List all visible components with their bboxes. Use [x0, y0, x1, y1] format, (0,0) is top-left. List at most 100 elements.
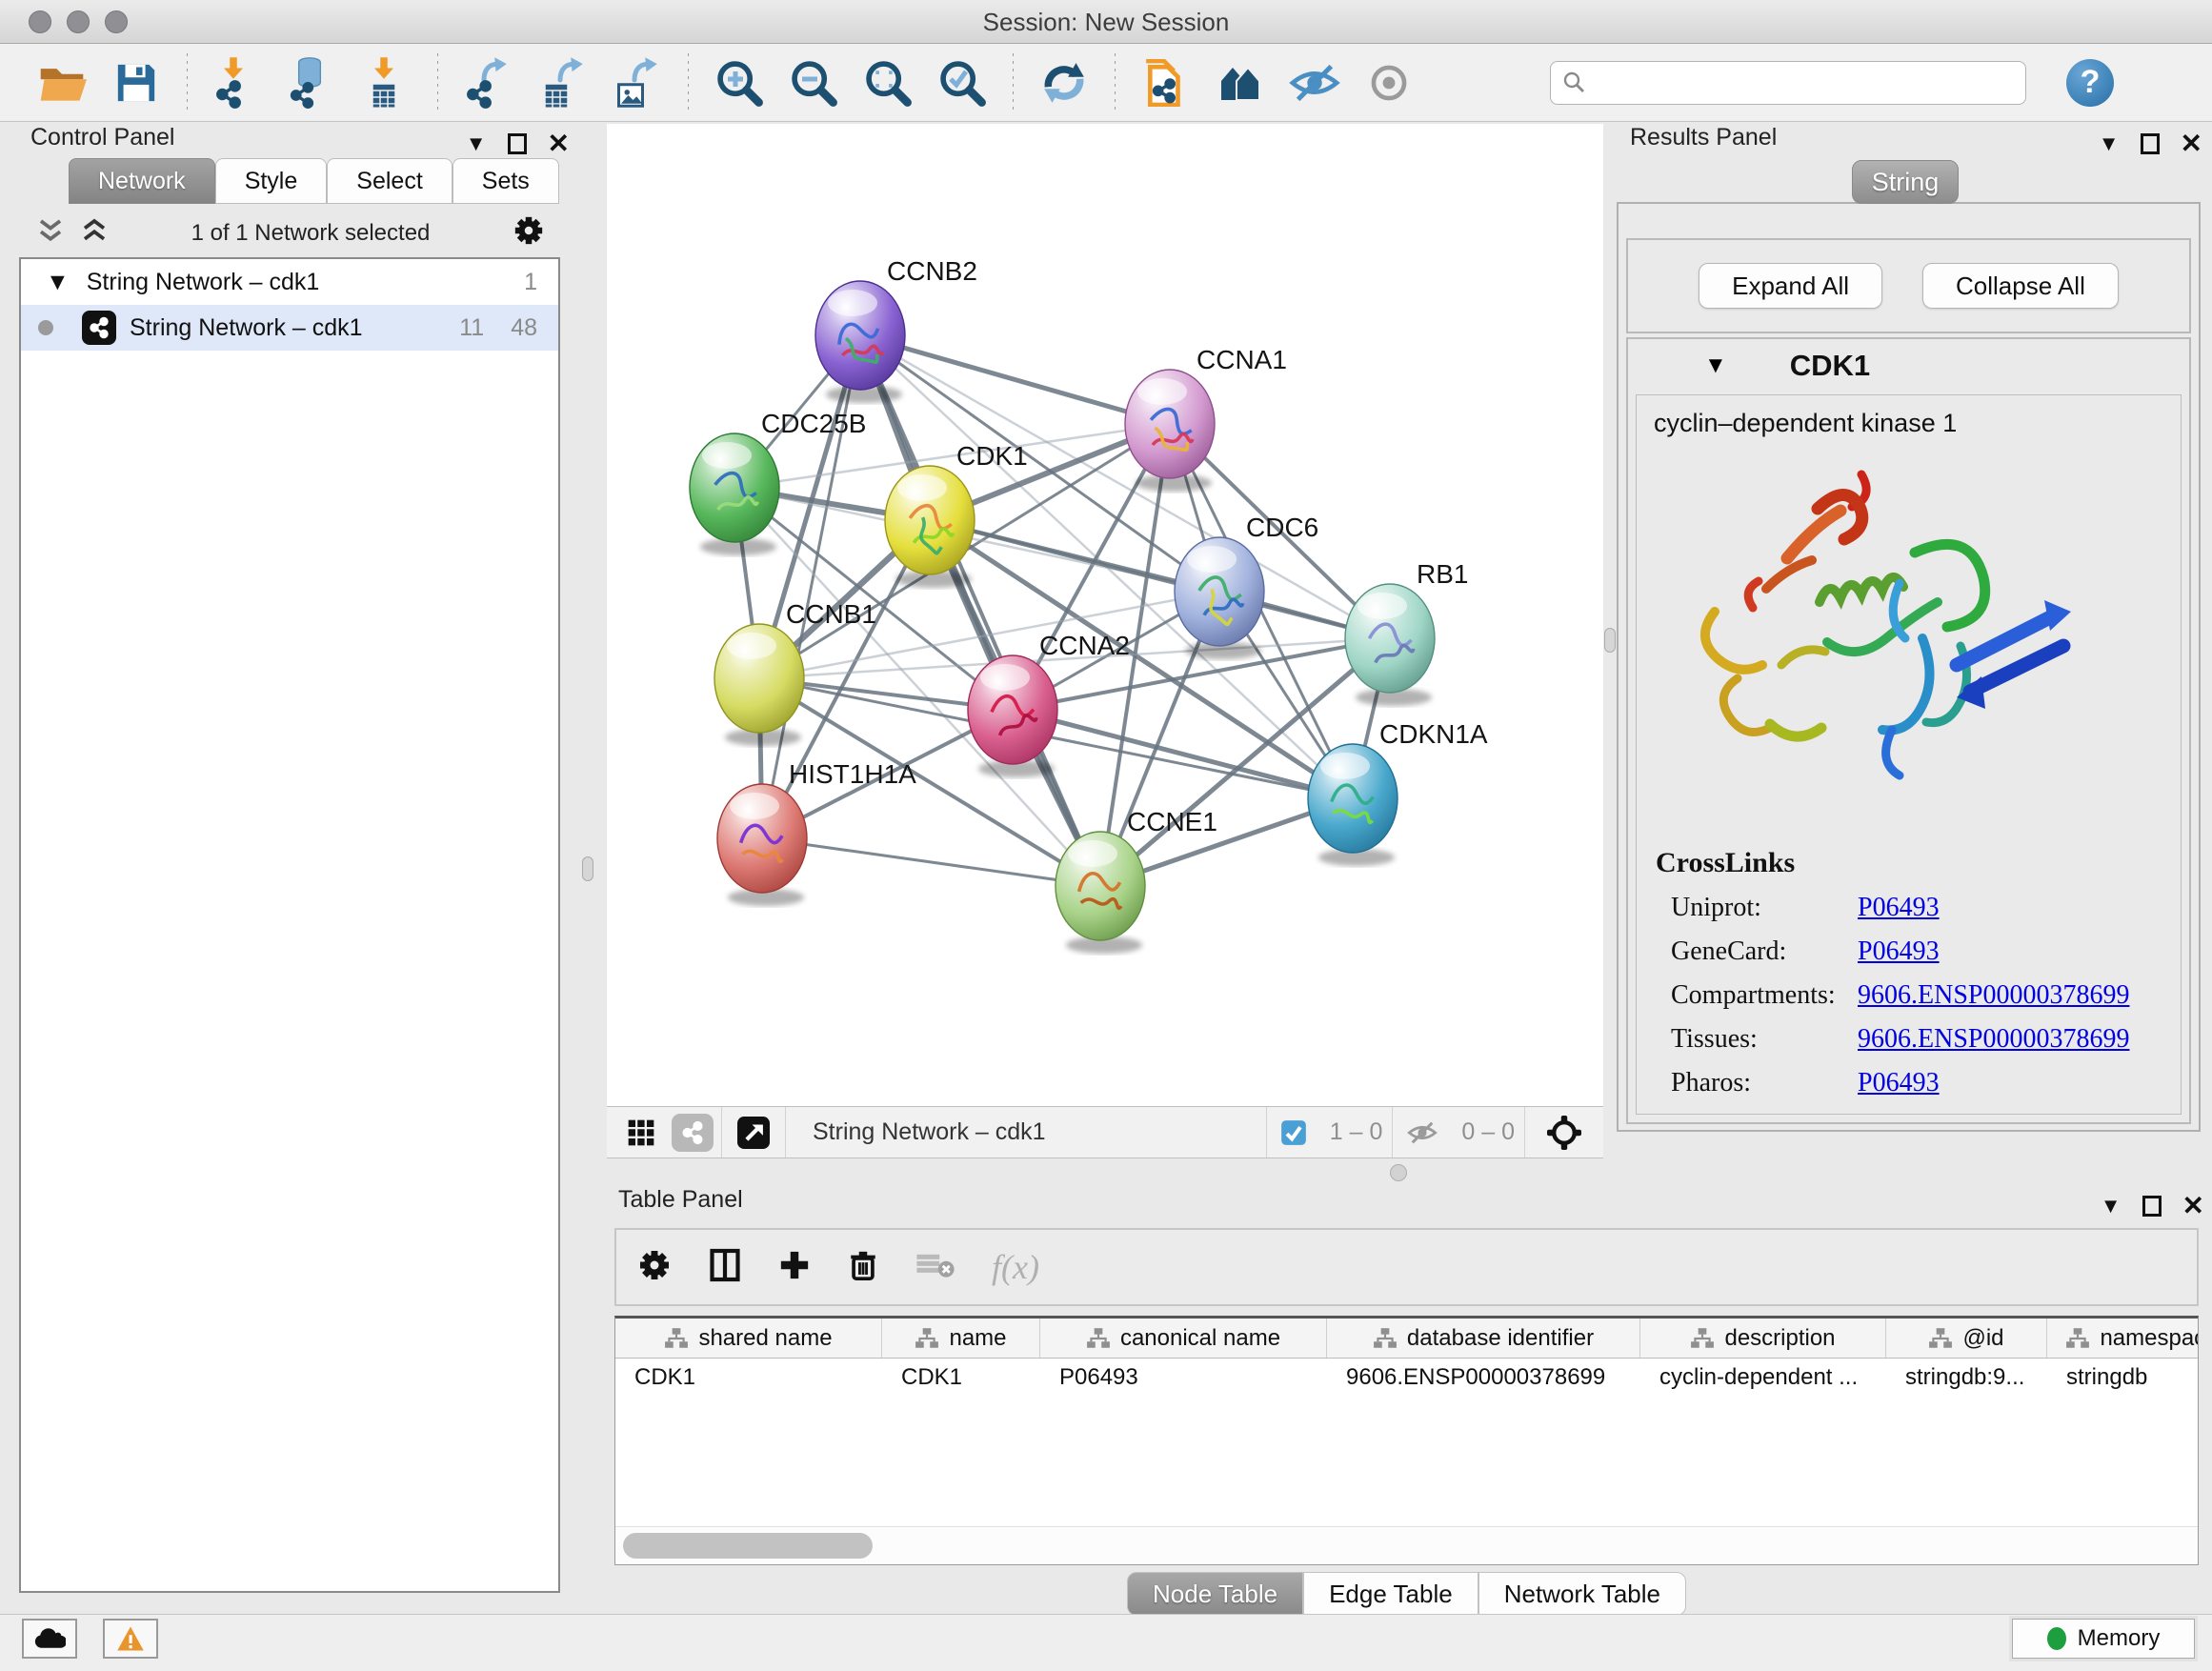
expand-all-icon[interactable] — [80, 216, 109, 252]
table-row[interactable]: CDK1CDK1P064939606.ENSP00000378699cyclin… — [615, 1359, 2198, 1399]
table-settings-gear-icon[interactable] — [637, 1248, 672, 1287]
column-header-database-identifier[interactable]: database identifier — [1327, 1319, 1640, 1358]
network-node-CCNB2[interactable]: CCNB2 — [815, 256, 977, 403]
panel-float-icon[interactable] — [508, 133, 527, 154]
tab-string[interactable]: String — [1852, 160, 1959, 204]
crosslink-link[interactable]: P06493 — [1858, 1068, 1940, 1098]
crosslink-link[interactable]: P06493 — [1858, 936, 1940, 967]
tab-network[interactable]: Network — [69, 158, 215, 204]
table-horizontal-scrollbar[interactable] — [615, 1526, 2198, 1564]
tab-edge-table[interactable]: Edge Table — [1303, 1572, 1478, 1616]
hide-unhide-icon[interactable] — [1288, 56, 1341, 110]
crosslink-link[interactable]: 9606.ENSP00000378699 — [1858, 980, 2129, 1011]
network-tree: ▼ String Network – cdk1 1 String Network… — [19, 257, 560, 1593]
zoom-selected-icon[interactable] — [935, 56, 989, 110]
panel-close-icon[interactable]: ✕ — [548, 128, 570, 159]
export-image-icon[interactable] — [611, 56, 664, 110]
network-node-CDKN1A[interactable]: CDKN1A — [1308, 719, 1488, 866]
import-table-icon[interactable] — [360, 56, 413, 110]
panel-menu-icon[interactable]: ▼ — [466, 131, 487, 156]
network-edge[interactable] — [762, 838, 1100, 886]
right-splitter-handle[interactable] — [1604, 628, 1616, 653]
toolbar-search — [1550, 61, 2026, 105]
warnings-button[interactable] — [103, 1619, 158, 1659]
tab-network-table[interactable]: Network Table — [1478, 1572, 1686, 1616]
zoom-fit-icon[interactable] — [861, 56, 915, 110]
home-icon[interactable] — [1214, 56, 1267, 110]
panel-close-icon[interactable]: ✕ — [2182, 1190, 2204, 1221]
network-edge[interactable] — [1013, 710, 1353, 798]
table-panel-title: Table Panel — [618, 1186, 743, 1214]
network-options-gear-icon[interactable] — [513, 214, 545, 253]
clone-network-icon[interactable] — [1139, 56, 1193, 110]
export-table-icon[interactable] — [536, 56, 590, 110]
network-share-icon[interactable] — [672, 1114, 714, 1152]
cloud-button[interactable] — [22, 1619, 77, 1659]
network-node-CDC25B[interactable]: CDC25B — [690, 409, 866, 555]
apply-layout-icon[interactable] — [1037, 56, 1091, 110]
table-cell[interactable]: CDK1 — [882, 1359, 1040, 1399]
network-node-CCNA1[interactable]: CCNA1 — [1125, 345, 1287, 492]
column-header-description[interactable]: description — [1640, 1319, 1886, 1358]
save-session-icon[interactable] — [110, 56, 163, 110]
zoom-in-icon[interactable] — [713, 56, 766, 110]
table-cell[interactable]: stringdb:9... — [1886, 1359, 2047, 1399]
network-tree-root-row[interactable]: ▼ String Network – cdk1 1 — [21, 259, 558, 305]
memory-button[interactable]: Memory — [2012, 1619, 2195, 1659]
open-session-icon[interactable] — [35, 56, 89, 110]
collapse-all-button[interactable]: Collapse All — [1922, 263, 2119, 309]
panel-float-icon[interactable] — [2141, 133, 2160, 154]
import-network-database-icon[interactable] — [286, 56, 339, 110]
column-header-canonical-name[interactable]: canonical name — [1040, 1319, 1327, 1358]
show-columns-icon[interactable] — [708, 1248, 742, 1287]
crosshair-icon[interactable] — [1536, 1106, 1593, 1159]
scrollbar-thumb[interactable] — [623, 1533, 873, 1559]
help-icon[interactable]: ? — [2066, 59, 2114, 107]
search-input[interactable] — [1587, 64, 2014, 102]
crosslink-row: Pharos:P06493 — [1671, 1068, 2181, 1098]
tab-style[interactable]: Style — [215, 158, 328, 204]
panel-menu-icon[interactable]: ▼ — [2099, 131, 2120, 156]
warning-icon — [116, 1625, 145, 1652]
table-cell[interactable]: stringdb — [2047, 1359, 2199, 1399]
network-node-CCNE1[interactable]: CCNE1 — [1056, 807, 1217, 954]
cloud-icon — [33, 1626, 66, 1651]
panel-close-icon[interactable]: ✕ — [2181, 128, 2202, 159]
table-cell[interactable]: 9606.ENSP00000378699 — [1327, 1359, 1640, 1399]
gene-expander-icon[interactable]: ▼ — [1704, 352, 1727, 379]
column-header-name[interactable]: name — [882, 1319, 1040, 1358]
panel-menu-icon[interactable]: ▼ — [2101, 1194, 2122, 1218]
network-canvas[interactable]: CCNB2CCNA1CDC25BCDK1CDC6RB1CCNB1CCNA2CDK… — [607, 124, 1603, 1106]
delete-column-icon[interactable] — [847, 1248, 879, 1287]
tab-sets[interactable]: Sets — [452, 158, 559, 204]
tab-node-table[interactable]: Node Table — [1127, 1572, 1303, 1616]
column-header--id[interactable]: @id — [1886, 1319, 2047, 1358]
grid-view-icon[interactable] — [622, 1106, 660, 1159]
column-header-shared-name[interactable]: shared name — [615, 1319, 882, 1358]
table-cell[interactable]: CDK1 — [615, 1359, 882, 1399]
network-tree-row[interactable]: String Network – cdk1 11 48 — [21, 305, 558, 351]
table-cell[interactable]: P06493 — [1040, 1359, 1327, 1399]
crosslink-link[interactable]: 9606.ENSP00000378699 — [1858, 1024, 2129, 1055]
export-network-icon[interactable] — [462, 56, 515, 110]
crosslink-label: Pharos: — [1671, 1068, 1858, 1098]
column-header-namespace[interactable]: namespace — [2047, 1319, 2199, 1358]
import-network-file-icon[interactable] — [211, 56, 265, 110]
birdseye-view-icon[interactable] — [733, 1106, 774, 1159]
bottom-splitter-handle[interactable] — [1390, 1164, 1407, 1181]
protein-structure-image — [1675, 438, 2094, 829]
node-label: HIST1H1A — [789, 759, 916, 789]
panel-float-icon[interactable] — [2142, 1196, 2162, 1217]
preview-icon[interactable] — [1362, 56, 1416, 110]
expand-all-button[interactable]: Expand All — [1699, 263, 1882, 309]
tree-expander-icon[interactable]: ▼ — [46, 269, 70, 296]
network-node-HIST1H1A[interactable]: HIST1H1A — [717, 759, 916, 906]
collapse-all-icon[interactable] — [36, 216, 65, 252]
left-splitter-handle[interactable] — [582, 856, 593, 881]
tab-select[interactable]: Select — [327, 158, 452, 204]
add-column-icon[interactable] — [778, 1249, 811, 1286]
table-cell[interactable]: cyclin-dependent ... — [1640, 1359, 1886, 1399]
network-node-RB1[interactable]: RB1 — [1345, 559, 1468, 706]
crosslink-link[interactable]: P06493 — [1858, 893, 1940, 923]
zoom-out-icon[interactable] — [787, 56, 840, 110]
